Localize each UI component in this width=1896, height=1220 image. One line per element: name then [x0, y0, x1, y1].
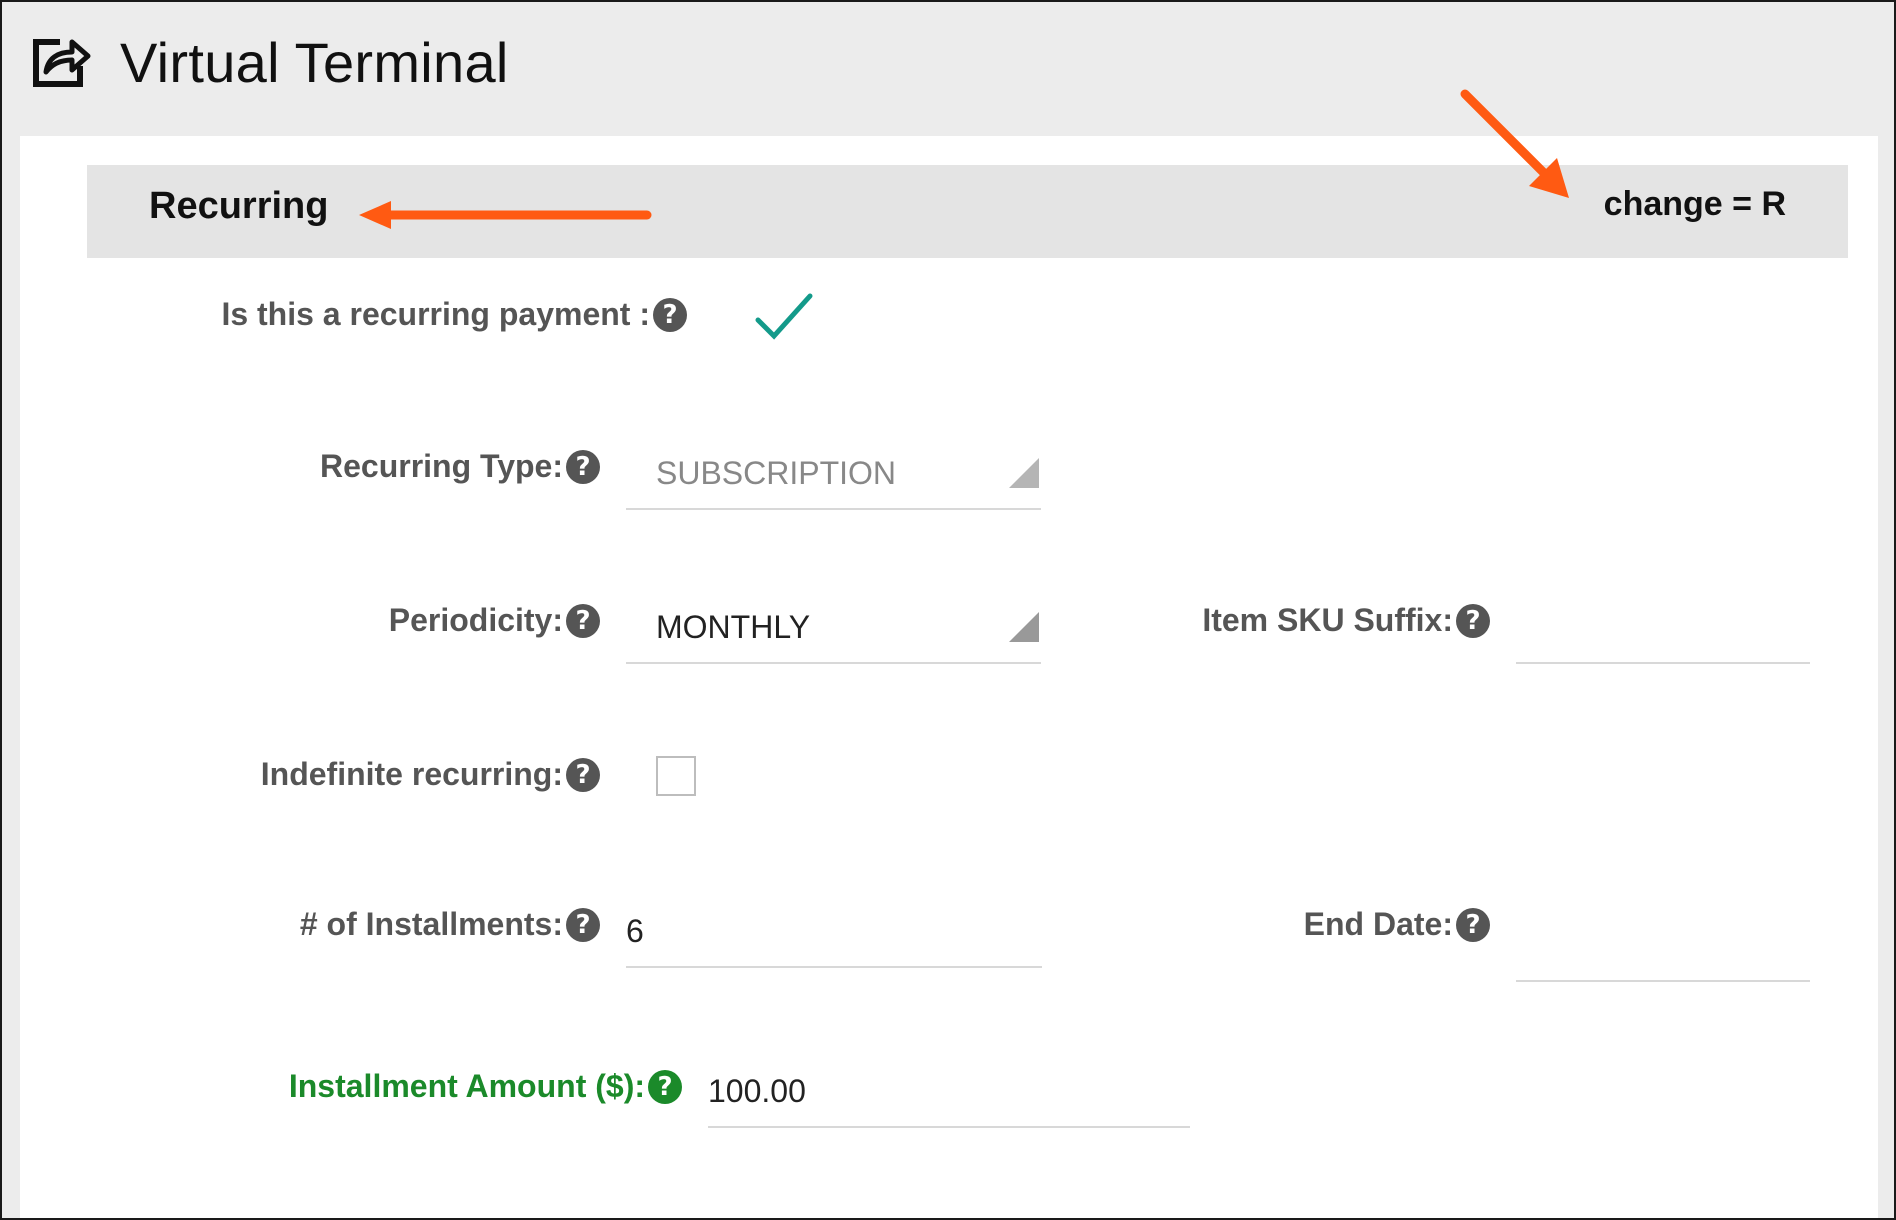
page-title: Virtual Terminal — [120, 31, 509, 94]
recurring-type-label: Recurring Type: ? — [320, 448, 600, 485]
installment-amount-input[interactable]: 100.00 — [708, 1032, 1190, 1128]
end-date-label-text: End Date: — [1303, 906, 1453, 942]
help-icon[interactable]: ? — [566, 449, 600, 484]
installment-amount-label-text: Installment Amount ($): — [288, 1068, 645, 1104]
indefinite-recurring-checkbox[interactable] — [656, 756, 696, 796]
page-header: Virtual Terminal — [2, 2, 1894, 136]
end-date-label: End Date: ? — [1304, 906, 1490, 943]
periodicity-label: Periodicity: ? — [389, 602, 600, 639]
installments-value: 6 — [626, 913, 644, 949]
dropdown-triangle-icon — [1009, 458, 1039, 488]
installment-amount-value: 100.00 — [708, 1073, 806, 1109]
installment-amount-label: Installment Amount ($): ? — [289, 1068, 682, 1105]
help-icon[interactable]: ? — [566, 603, 600, 638]
installments-label-text: # of Installments: — [299, 906, 563, 942]
item-sku-suffix-input[interactable] — [1516, 586, 1810, 664]
recurring-type-value: SUBSCRIPTION — [656, 455, 897, 491]
periodicity-value: MONTHLY — [656, 609, 811, 645]
item-sku-suffix-label: Item SKU Suffix: ? — [1202, 602, 1490, 639]
window-frame: Virtual Terminal Recurring change = R Is… — [0, 0, 1896, 1220]
item-sku-suffix-label-text: Item SKU Suffix: — [1202, 602, 1453, 638]
end-date-input[interactable] — [1516, 896, 1810, 982]
indefinite-recurring-label: Indefinite recurring: ? — [261, 756, 600, 793]
help-icon[interactable]: ? — [1456, 603, 1490, 638]
section-title: Recurring — [149, 185, 329, 227]
indefinite-recurring-label-text: Indefinite recurring: — [260, 756, 563, 792]
help-icon[interactable]: ? — [566, 907, 600, 942]
dropdown-triangle-icon — [1009, 612, 1039, 642]
recurring-type-select[interactable]: SUBSCRIPTION — [626, 424, 1041, 510]
help-icon[interactable]: ? — [653, 297, 687, 332]
recurring-payment-label-text: Is this a recurring payment : — [221, 296, 650, 332]
help-icon[interactable]: ? — [1456, 907, 1490, 942]
section-change-note: change = R — [1603, 185, 1786, 223]
recurring-type-label-text: Recurring Type: — [320, 448, 563, 484]
installments-input[interactable]: 6 — [626, 880, 1042, 968]
installments-label: # of Installments: ? — [300, 906, 600, 943]
help-icon[interactable]: ? — [566, 757, 600, 792]
periodicity-label-text: Periodicity: — [388, 602, 563, 638]
help-icon[interactable]: ? — [648, 1069, 682, 1104]
recurring-payment-checkmark[interactable] — [754, 292, 814, 342]
recurring-payment-label: Is this a recurring payment : ? — [221, 296, 687, 333]
share-box-icon — [33, 39, 91, 87]
form-panel: Recurring change = R Is this a recurring… — [20, 136, 1878, 1218]
section-header: Recurring change = R — [87, 165, 1848, 258]
periodicity-select[interactable]: MONTHLY — [626, 578, 1041, 664]
